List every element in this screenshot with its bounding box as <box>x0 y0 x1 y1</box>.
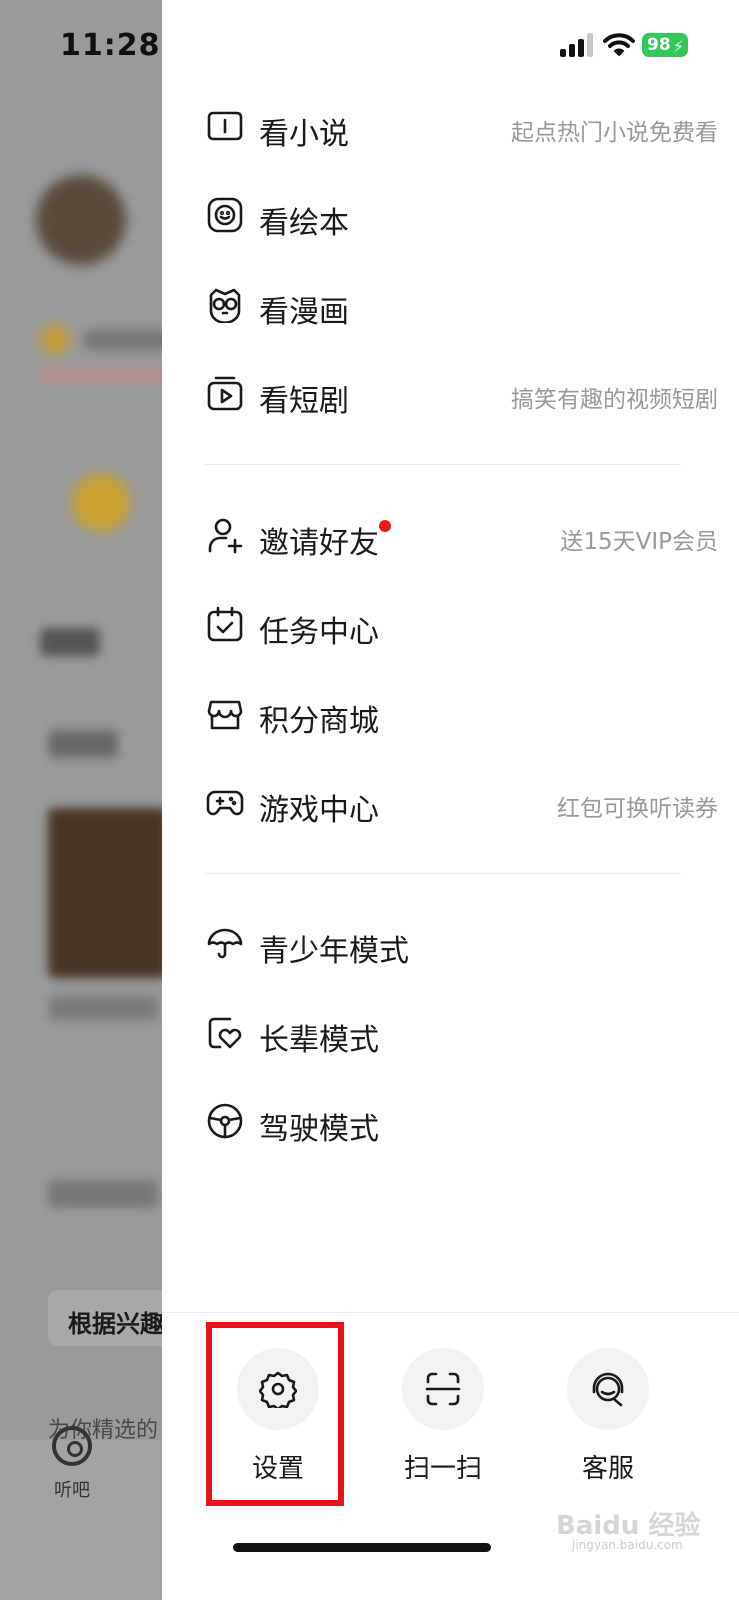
menu-item-label: 长辈模式 <box>259 1023 379 1058</box>
background-card: 根据兴趣 <box>48 1290 170 1346</box>
add-user-icon <box>208 518 243 554</box>
status-bar: 11:28 98 ⚡ <box>0 0 739 90</box>
menu-item-label: 看短剧 <box>259 384 349 419</box>
menu-item-driving-mode[interactable]: 驾驶模式 <box>202 1092 702 1152</box>
smiley-face-icon <box>207 197 243 233</box>
calendar-check-icon <box>207 606 243 642</box>
scan-icon <box>425 1372 461 1406</box>
blurred-text <box>48 996 158 1020</box>
menu-item-game-center[interactable]: 游戏中心 红包可换听读券 <box>202 773 718 833</box>
store-icon <box>207 700 243 730</box>
blurred-text <box>40 628 100 656</box>
home-indicator[interactable] <box>233 1543 491 1552</box>
book-icon <box>207 111 243 141</box>
scan-label: 扫一扫 <box>403 1454 482 1484</box>
menu-item-label: 游戏中心 <box>259 793 379 828</box>
signal-icon <box>560 33 594 57</box>
battery-level: 98 <box>647 35 671 55</box>
wifi-icon <box>603 33 635 57</box>
blurred-cover <box>48 808 168 978</box>
menu-item-label: 看漫画 <box>259 295 349 330</box>
battery-indicator: 98 ⚡ <box>642 33 688 57</box>
owl-face-icon <box>209 288 241 323</box>
menu-item-hint: 红包可换听读券 <box>557 796 718 822</box>
menu-item-label: 看小说 <box>259 117 349 152</box>
blurred-text <box>84 330 170 350</box>
listen-tab-icon <box>52 1426 92 1466</box>
blurred-text <box>48 730 118 758</box>
menu-item-label: 青少年模式 <box>259 934 409 969</box>
background-card-title: 根据兴趣 <box>68 1310 164 1338</box>
customer-service-button-circle <box>567 1348 649 1430</box>
listen-tab-label: 听吧 <box>54 1480 90 1501</box>
menu-item-picture-books[interactable]: 看绘本 <box>202 186 702 246</box>
baidu-watermark: Baidu 经验 <box>556 1511 701 1541</box>
bottom-actions-divider <box>162 1312 739 1313</box>
menu-item-label: 邀请好友 <box>259 526 379 561</box>
menu-item-label: 看绘本 <box>259 206 349 241</box>
menu-item-short-dramas[interactable]: 看短剧 搞笑有趣的视频短剧 <box>202 364 718 424</box>
menu-item-hint: 搞笑有趣的视频短剧 <box>511 387 718 413</box>
steering-wheel-icon <box>207 1103 243 1139</box>
charging-bolt-icon: ⚡ <box>672 37 684 56</box>
blurred-text <box>40 368 170 382</box>
section-divider <box>204 873 681 874</box>
video-play-icon <box>207 376 243 411</box>
baidu-watermark-url: jingyan.baidu.com <box>572 1538 683 1552</box>
headset-icon <box>592 1372 624 1407</box>
umbrella-icon <box>207 928 243 959</box>
section-divider <box>204 464 681 465</box>
notification-dot <box>379 520 391 532</box>
customer-service-button[interactable]: 客服 <box>537 1348 677 1498</box>
blurred-badge <box>40 325 70 355</box>
background-tabbar <box>0 1440 170 1600</box>
menu-item-elder-mode[interactable]: 长辈模式 <box>202 1003 702 1063</box>
customer-service-label: 客服 <box>581 1454 634 1484</box>
menu-item-hint: 送15天VIP会员 <box>560 529 718 555</box>
menu-item-label: 积分商城 <box>259 704 379 739</box>
menu-item-points-mall[interactable]: 积分商城 <box>202 684 702 744</box>
status-time: 11:28 <box>60 28 161 63</box>
menu-item-label: 驾驶模式 <box>259 1112 379 1147</box>
blurred-text <box>48 1180 158 1208</box>
menu-item-invite-friends[interactable]: 邀请好友 送15天VIP会员 <box>202 506 718 566</box>
menu-item-task-center[interactable]: 任务中心 <box>202 595 702 655</box>
menu-item-teen-mode[interactable]: 青少年模式 <box>202 914 702 974</box>
scan-button-circle <box>402 1348 484 1430</box>
menu-item-novels[interactable]: 看小说 起点热门小说免费看 <box>202 97 718 157</box>
menu-item-comics[interactable]: 看漫画 <box>202 275 702 335</box>
scan-button[interactable]: 扫一扫 <box>372 1348 512 1498</box>
background-page: 根据兴趣 为你精选的 听吧 <box>0 0 170 1600</box>
blurred-icon <box>72 474 130 532</box>
heart-card-icon <box>208 1017 242 1049</box>
menu-item-label: 任务中心 <box>259 615 379 650</box>
blurred-avatar <box>36 175 126 265</box>
settings-highlight-box <box>206 1322 344 1506</box>
gamepad-icon <box>206 790 244 816</box>
menu-item-hint: 起点热门小说免费看 <box>511 120 718 146</box>
